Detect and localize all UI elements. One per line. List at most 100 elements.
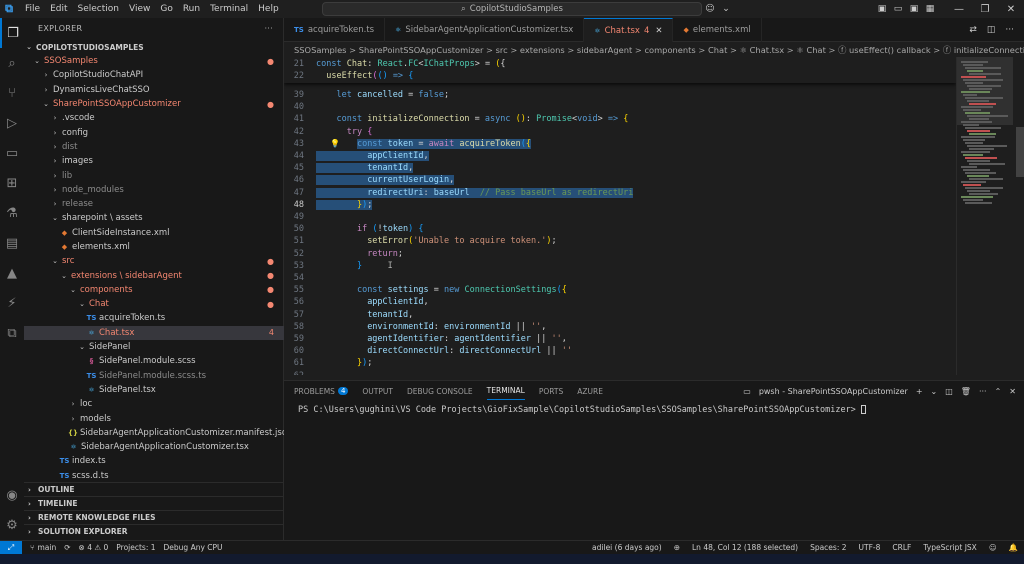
code-line[interactable]: 55 const settings = new ConnectionSettin… [284,284,956,296]
menu-help[interactable]: Help [253,4,284,14]
end-of-line[interactable]: CRLF [892,543,911,552]
panel-tab-output[interactable]: OUTPUT [362,382,393,400]
remote-indicator-icon[interactable]: ⤢ [0,540,22,555]
search-activity-icon[interactable]: ⌕ [0,48,24,78]
folder-item[interactable]: ⌄ extensions \ sidebarAgent ● [24,268,284,282]
folder-item[interactable]: › config [24,125,284,139]
more-icon[interactable]: ··· [1005,25,1014,35]
branch-name[interactable]: main [38,543,57,552]
code-text[interactable]: useEffect(() => { [316,71,413,81]
code-line[interactable]: 49 [284,211,956,223]
folder-item[interactable]: › .vscode [24,111,284,125]
restore-icon[interactable]: ❐ [972,4,998,15]
code-line[interactable]: 51 setError('Unable to acquire token.'); [284,235,956,247]
code-line[interactable]: 40 [284,101,956,113]
minimap[interactable] [956,57,1024,375]
file-item[interactable]: ⚛ SidebarAgentApplicationCustomizer.tsx [24,440,284,454]
code-text[interactable]: if (!token) { [316,224,424,234]
copilot-studio-icon[interactable]: ⧉ [0,318,24,348]
folder-item[interactable]: › dist [24,140,284,154]
editor-tab[interactable]: TS acquireToken.ts [284,18,386,42]
code-text[interactable]: agentIdentifier: agentIdentifier || '', [316,334,567,344]
output-log-icon[interactable]: ▤ [0,228,24,258]
menu-view[interactable]: View [124,4,155,14]
remote-explorer-icon[interactable]: ▭ [0,138,24,168]
run-debug-icon[interactable]: ▷ [0,108,24,138]
testing-icon[interactable]: ⚗ [0,198,24,228]
code-text[interactable]: tenantId, [316,310,413,320]
file-item[interactable]: TS scss.d.ts [24,469,284,483]
code-text[interactable]: const Chat: React.FC<IChatProps> = ({ [316,59,505,69]
code-line[interactable]: 22 useEffect(() => { [284,70,956,82]
menu-terminal[interactable]: Terminal [205,4,253,14]
editor-tab[interactable]: ⚛ SidebarAgentApplicationCustomizer.tsx [385,18,585,42]
panel-tab-debug-console[interactable]: DEBUG CONSOLE [407,382,473,400]
encoding[interactable]: UTF-8 [859,543,881,552]
file-item[interactable]: TS index.ts [24,454,284,468]
blame-info[interactable]: adilei (6 days ago) [592,543,662,552]
close-panel-icon[interactable]: ✕ [1009,387,1016,396]
folder-item[interactable]: › models [24,411,284,425]
folder-item[interactable]: › lib [24,168,284,182]
sync-icon[interactable]: ⟳ [64,543,70,552]
new-terminal-icon[interactable]: + [916,387,923,396]
folder-item[interactable]: › CopilotStudioChatAPI [24,68,284,82]
layout-icon[interactable]: ▦ [922,4,938,14]
explorer-icon[interactable]: ❐ [0,18,24,48]
code-line[interactable]: 44 appClientId, [284,150,956,162]
close-window-icon[interactable]: ✕ [998,4,1024,15]
terminal-output[interactable]: PS C:\Users\gughini\VS Code Projects\Gio… [284,405,1024,415]
more-actions-icon[interactable]: ··· [264,24,273,33]
code-text[interactable]: appClientId, [316,297,428,307]
code-line[interactable]: 60 directConnectUrl: directConnectUrl ||… [284,345,956,357]
code-line[interactable]: 57 tenantId, [284,309,956,321]
manage-gear-icon[interactable]: ⚙ [0,510,24,540]
code-text[interactable]: directConnectUrl: directConnectUrl || '' [316,346,572,356]
file-item[interactable]: ⚛ SidePanel.tsx [24,383,284,397]
close-tab-icon[interactable]: ✕ [655,26,662,36]
copilot-status-icon[interactable]: ☺ [989,543,997,552]
folder-item[interactable]: ⌄ SharePointSSOAppCustomizer ● [24,97,284,111]
file-item[interactable]: ◆ elements.xml [24,240,284,254]
section-remote-knowledge-files[interactable]: › REMOTE KNOWLEDGE FILES [24,510,284,524]
code-line[interactable]: 41 const initializeConnection = async ()… [284,113,956,125]
toggle-secondary-sidebar-icon[interactable]: ▣ [906,4,922,14]
code-text[interactable]: const token = await acquireToken({ [316,138,532,149]
code-text[interactable]: let cancelled = false; [316,90,449,100]
code-text[interactable]: const settings = new ConnectionSettings(… [316,285,567,295]
panel-tab-problems[interactable]: PROBLEMS 4 [294,382,349,400]
folder-item[interactable]: › node_modules [24,183,284,197]
code-text[interactable]: }); [316,199,373,210]
code-line[interactable]: 58 environmentId: environmentId || '', [284,321,956,333]
file-item[interactable]: {} SidebarAgentApplicationCustomizer.mani… [24,426,292,440]
code-line[interactable]: 46 currentUserLogin, [284,174,956,186]
code-line[interactable]: 53 } I [284,260,956,272]
toggle-panel-icon[interactable]: ▭ [890,4,906,14]
trash-icon[interactable]: 🗑 [961,387,971,396]
code-text[interactable]: environmentId: environmentId || '', [316,322,546,332]
editor-tab[interactable]: ⚛ Chat.tsx 4 ✕ [584,18,674,42]
file-item[interactable]: § SidePanel.module.scss [24,354,284,368]
editor-scrollbar[interactable] [1016,127,1024,177]
indentation[interactable]: Spaces: 2 [810,543,846,552]
code-line[interactable]: 54 [284,272,956,284]
folder-item[interactable]: › release [24,197,284,211]
source-control-icon[interactable]: ⑂ [0,78,24,108]
file-item[interactable]: TS SidePanel.module.scss.ts [24,369,284,383]
code-line[interactable]: 61 }); [284,357,956,369]
file-item[interactable]: TS acquireToken.ts [24,311,284,325]
debug-config[interactable]: Debug Any CPU [164,543,223,552]
file-item[interactable]: ◆ ClientSideInstance.xml [24,226,284,240]
terminal-dropdown-icon[interactable]: ⌄ [931,387,938,396]
code-text[interactable]: appClientId, [316,151,429,162]
folder-item[interactable]: ⌄ sharepoint \ assets [24,211,284,225]
code-line[interactable]: 45 tenantId, [284,162,956,174]
language-mode[interactable]: TypeScript JSX [923,543,976,552]
section-solution-explorer[interactable]: › SOLUTION EXPLORER [24,524,284,538]
azure-icon[interactable]: ▲ [0,258,24,288]
code-editor[interactable]: 21 const Chat: React.FC<IChatProps> = ({2… [284,57,956,375]
problems-count[interactable]: ⊗ 4 ⚠ 0 [79,543,109,552]
code-line[interactable]: 56 appClientId, [284,296,956,308]
panel-tab-ports[interactable]: PORTS [539,382,563,400]
code-text[interactable]: }); [316,358,372,368]
